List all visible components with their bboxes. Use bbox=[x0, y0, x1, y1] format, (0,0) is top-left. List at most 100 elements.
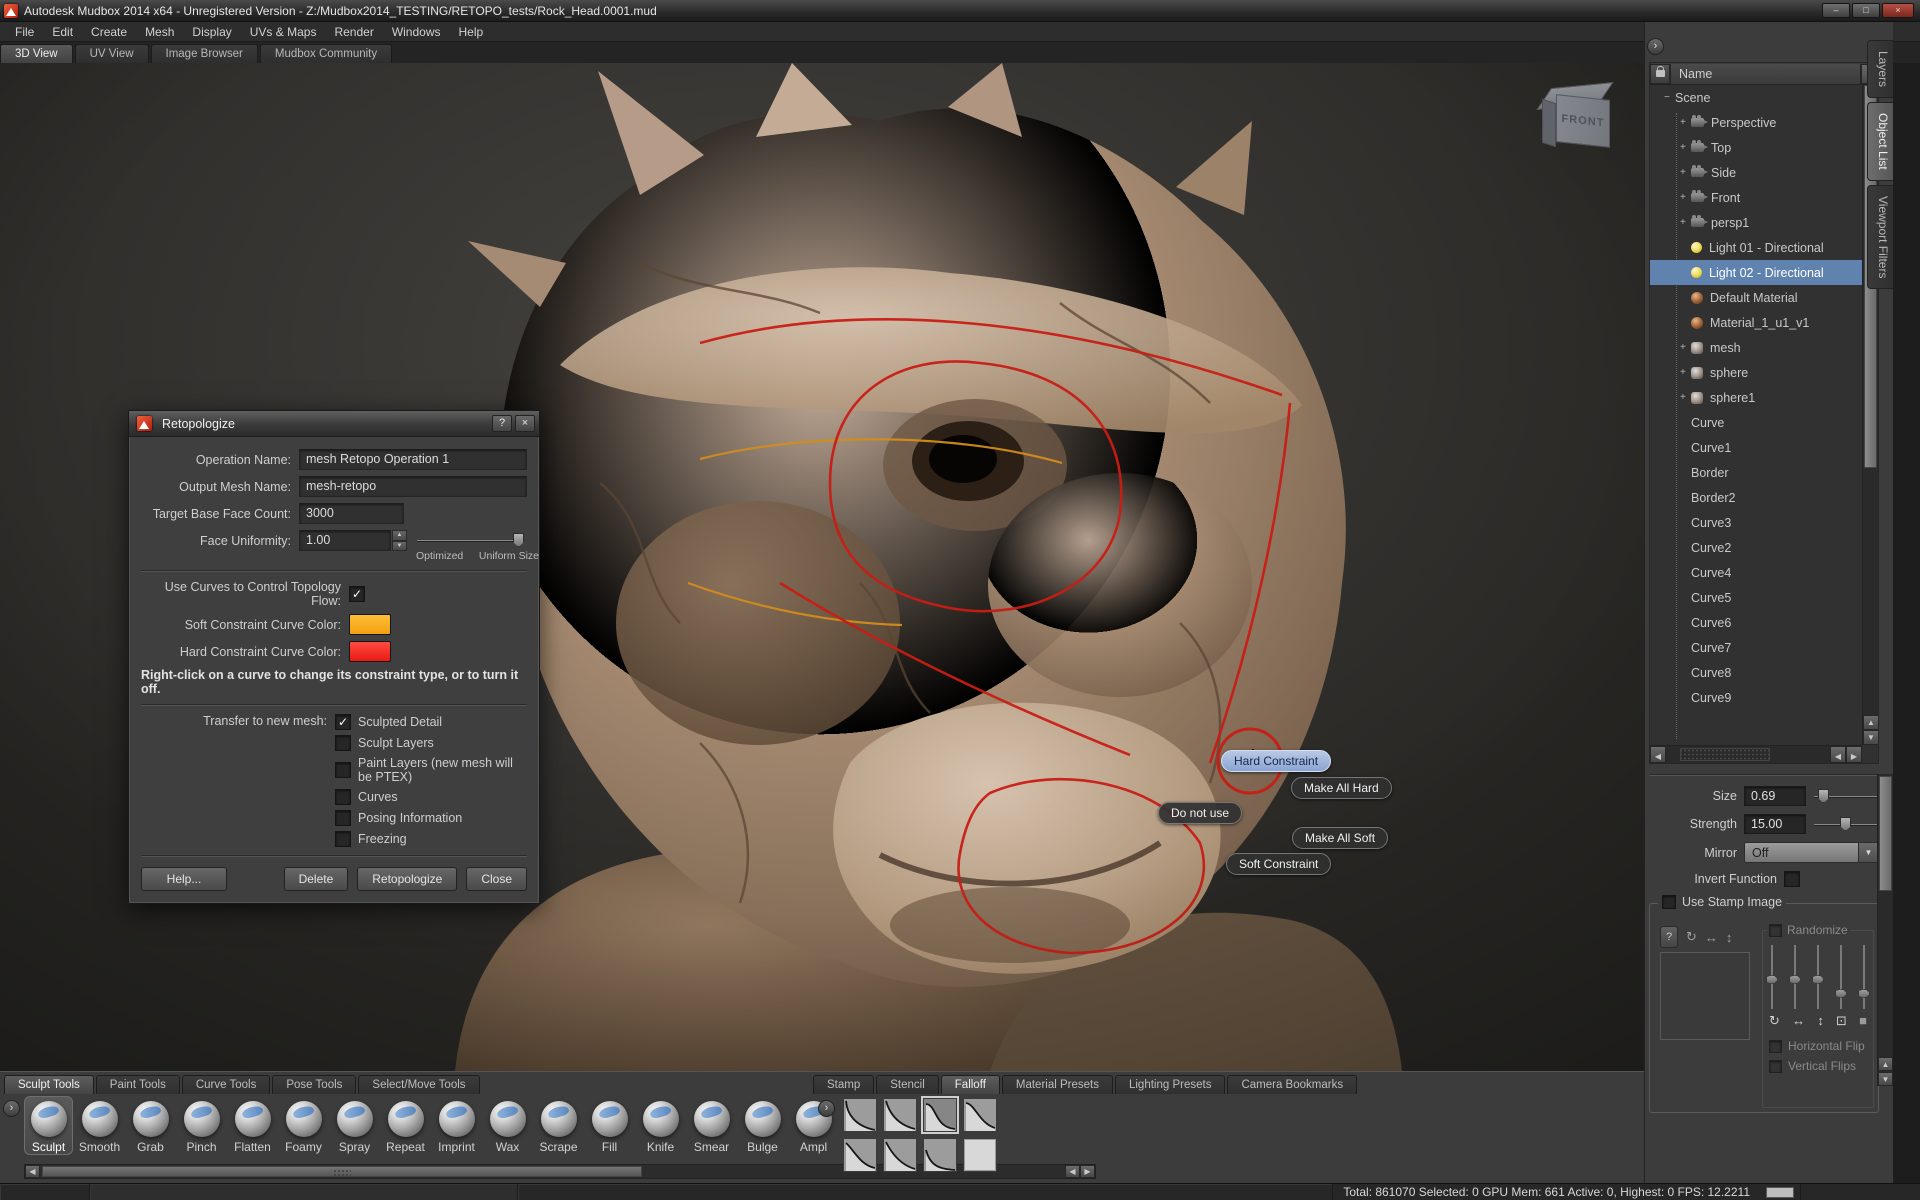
soft-constraint-color-swatch[interactable] bbox=[349, 614, 391, 635]
tab-falloff[interactable]: Falloff bbox=[941, 1075, 1000, 1094]
help-button[interactable]: Help... bbox=[141, 867, 227, 891]
invert-function-checkbox[interactable] bbox=[1784, 871, 1800, 887]
scroll-right-button[interactable]: ▶ bbox=[1080, 1165, 1095, 1178]
tree-expand-marker[interactable]: + bbox=[1680, 217, 1691, 228]
tree-item-curve9[interactable]: Curve9 bbox=[1650, 685, 1862, 710]
slider-thumb[interactable] bbox=[1840, 817, 1851, 831]
tool-smooth[interactable]: Smooth bbox=[75, 1096, 124, 1154]
status-scrollbar-thumb[interactable] bbox=[1766, 1187, 1794, 1198]
tree-item-curve5[interactable]: Curve5 bbox=[1650, 585, 1862, 610]
menu-mesh[interactable]: Mesh bbox=[136, 23, 183, 41]
size-slider[interactable] bbox=[1814, 786, 1879, 806]
side-tab-layers[interactable]: Layers bbox=[1867, 40, 1893, 98]
tree-item-side[interactable]: +Side bbox=[1650, 160, 1862, 185]
scroll-up-button[interactable]: ▲ bbox=[1863, 715, 1879, 730]
output-mesh-name-field[interactable]: mesh-retopo bbox=[299, 476, 527, 497]
tab-uv-view[interactable]: UV View bbox=[75, 44, 149, 63]
delete-button[interactable]: Delete bbox=[284, 867, 349, 891]
randomize-rotate-icon[interactable]: ↻ bbox=[1769, 1013, 1780, 1029]
tree-item-curve2[interactable]: Curve2 bbox=[1650, 535, 1862, 560]
tree-item-scene[interactable]: −Scene bbox=[1650, 85, 1862, 110]
side-tab-object-list[interactable]: Object List bbox=[1867, 102, 1893, 181]
falloff-preset-4[interactable] bbox=[963, 1098, 997, 1132]
tree-expand-marker[interactable]: + bbox=[1680, 192, 1691, 203]
tab-image-browser[interactable]: Image Browser bbox=[151, 44, 258, 63]
tool-bulge[interactable]: Bulge bbox=[738, 1096, 787, 1154]
tool-knife[interactable]: Knife bbox=[636, 1096, 685, 1154]
scroll-down-button[interactable]: ▼ bbox=[1863, 730, 1879, 745]
tab-select-move-tools[interactable]: Select/Move Tools bbox=[358, 1075, 479, 1094]
tab-sculpt-tools[interactable]: Sculpt Tools bbox=[4, 1075, 94, 1094]
preset-collapse-button[interactable]: › bbox=[818, 1100, 835, 1117]
mirror-dropdown[interactable]: Off ▼ bbox=[1744, 842, 1879, 863]
tree-item-sphere1[interactable]: +sphere1 bbox=[1650, 385, 1862, 410]
tree-item-curve6[interactable]: Curve6 bbox=[1650, 610, 1862, 635]
target-face-count-field[interactable]: 3000 bbox=[299, 503, 404, 524]
falloff-preset-5[interactable] bbox=[843, 1138, 877, 1172]
hard-constraint-color-swatch[interactable] bbox=[349, 641, 391, 662]
menu-display[interactable]: Display bbox=[183, 23, 240, 41]
checkbox-posing-information[interactable] bbox=[335, 810, 351, 826]
randomize-checkbox[interactable] bbox=[1769, 924, 1782, 937]
spinner-down-icon[interactable]: ▼ bbox=[392, 541, 407, 552]
dropdown-arrow-icon[interactable]: ▼ bbox=[1858, 843, 1878, 862]
tree-item-curve[interactable]: Curve bbox=[1650, 410, 1862, 435]
tab-paint-tools[interactable]: Paint Tools bbox=[96, 1075, 180, 1094]
tool-scrape[interactable]: Scrape bbox=[534, 1096, 583, 1154]
tree-item-perspective[interactable]: +Perspective bbox=[1650, 110, 1862, 135]
scroll-left-button[interactable]: ◀ bbox=[1830, 746, 1846, 763]
tool-fill[interactable]: Fill bbox=[585, 1096, 634, 1154]
tree-item-border[interactable]: Border bbox=[1650, 460, 1862, 485]
scrollbar-thumb[interactable] bbox=[42, 1166, 642, 1177]
tray-collapse-button[interactable]: › bbox=[3, 1100, 20, 1117]
scrollbar-thumb[interactable] bbox=[1680, 748, 1770, 761]
tree-item-light-01-directional[interactable]: Light 01 - Directional bbox=[1650, 235, 1862, 260]
tool-imprint[interactable]: Imprint bbox=[432, 1096, 481, 1154]
tree-item-mesh[interactable]: +mesh bbox=[1650, 335, 1862, 360]
menu-create[interactable]: Create bbox=[82, 23, 136, 41]
stamp-preview-box[interactable] bbox=[1660, 952, 1750, 1040]
tree-item-front[interactable]: +Front bbox=[1650, 185, 1862, 210]
tree-item-curve7[interactable]: Curve7 bbox=[1650, 635, 1862, 660]
face-uniformity-spinner[interactable]: ▲ ▼ bbox=[392, 530, 407, 551]
maximize-button[interactable]: □ bbox=[1852, 3, 1880, 18]
side-tab-viewport-filters[interactable]: Viewport Filters bbox=[1867, 185, 1893, 289]
dialog-help-button[interactable]: ? bbox=[492, 415, 512, 432]
slider-thumb[interactable] bbox=[1818, 789, 1829, 803]
context-item-hard-constraint[interactable]: Hard Constraint bbox=[1221, 750, 1331, 772]
menu-windows[interactable]: Windows bbox=[383, 23, 450, 41]
view-cube-left-face[interactable] bbox=[1542, 99, 1556, 148]
tool-grab[interactable]: Grab bbox=[126, 1096, 175, 1154]
horizontal-flip-checkbox[interactable] bbox=[1769, 1040, 1782, 1053]
randomize-width-icon[interactable]: ↔ bbox=[1792, 1013, 1805, 1029]
tab-mudbox-community[interactable]: Mudbox Community bbox=[260, 44, 392, 63]
falloff-preset-6[interactable] bbox=[883, 1138, 917, 1172]
tree-item-material-1-u1-v1[interactable]: Material_1_u1_v1 bbox=[1650, 310, 1862, 335]
tab-stencil[interactable]: Stencil bbox=[876, 1075, 939, 1094]
checkbox-paint-layers-new-mesh-will-be-ptex[interactable] bbox=[335, 762, 351, 778]
scroll-up-button[interactable]: ▲ bbox=[1878, 1057, 1893, 1071]
strength-slider[interactable] bbox=[1814, 814, 1879, 834]
panel-collapse-button[interactable]: › bbox=[1647, 38, 1664, 55]
face-uniformity-slider[interactable] bbox=[417, 530, 522, 551]
stamp-help-button[interactable]: ? bbox=[1660, 926, 1678, 948]
context-item-make-all-soft[interactable]: Make All Soft bbox=[1292, 827, 1388, 849]
view-cube[interactable]: FRONT bbox=[1540, 77, 1624, 161]
menu-help[interactable]: Help bbox=[450, 23, 493, 41]
falloff-preset-7[interactable] bbox=[923, 1138, 957, 1172]
randomize-slider[interactable] bbox=[1771, 945, 1773, 1009]
tree-item-persp1[interactable]: +persp1 bbox=[1650, 210, 1862, 235]
checkbox-sculpted-detail[interactable]: ✓ bbox=[335, 714, 351, 730]
falloff-preset-3[interactable] bbox=[923, 1098, 957, 1132]
lock-button[interactable] bbox=[1650, 64, 1670, 84]
tree-item-sphere[interactable]: +sphere bbox=[1650, 360, 1862, 385]
slider-thumb[interactable] bbox=[513, 533, 524, 547]
tree-item-curve3[interactable]: Curve3 bbox=[1650, 510, 1862, 535]
tool-repeat[interactable]: Repeat bbox=[381, 1096, 430, 1154]
close-button[interactable]: × bbox=[1882, 3, 1914, 18]
tree-item-curve4[interactable]: Curve4 bbox=[1650, 560, 1862, 585]
scroll-left-button[interactable]: ◀ bbox=[25, 1165, 40, 1178]
tab-lighting-presets[interactable]: Lighting Presets bbox=[1115, 1075, 1225, 1094]
tool-spray[interactable]: Spray bbox=[330, 1096, 379, 1154]
tree-expand-marker[interactable]: + bbox=[1680, 142, 1691, 153]
